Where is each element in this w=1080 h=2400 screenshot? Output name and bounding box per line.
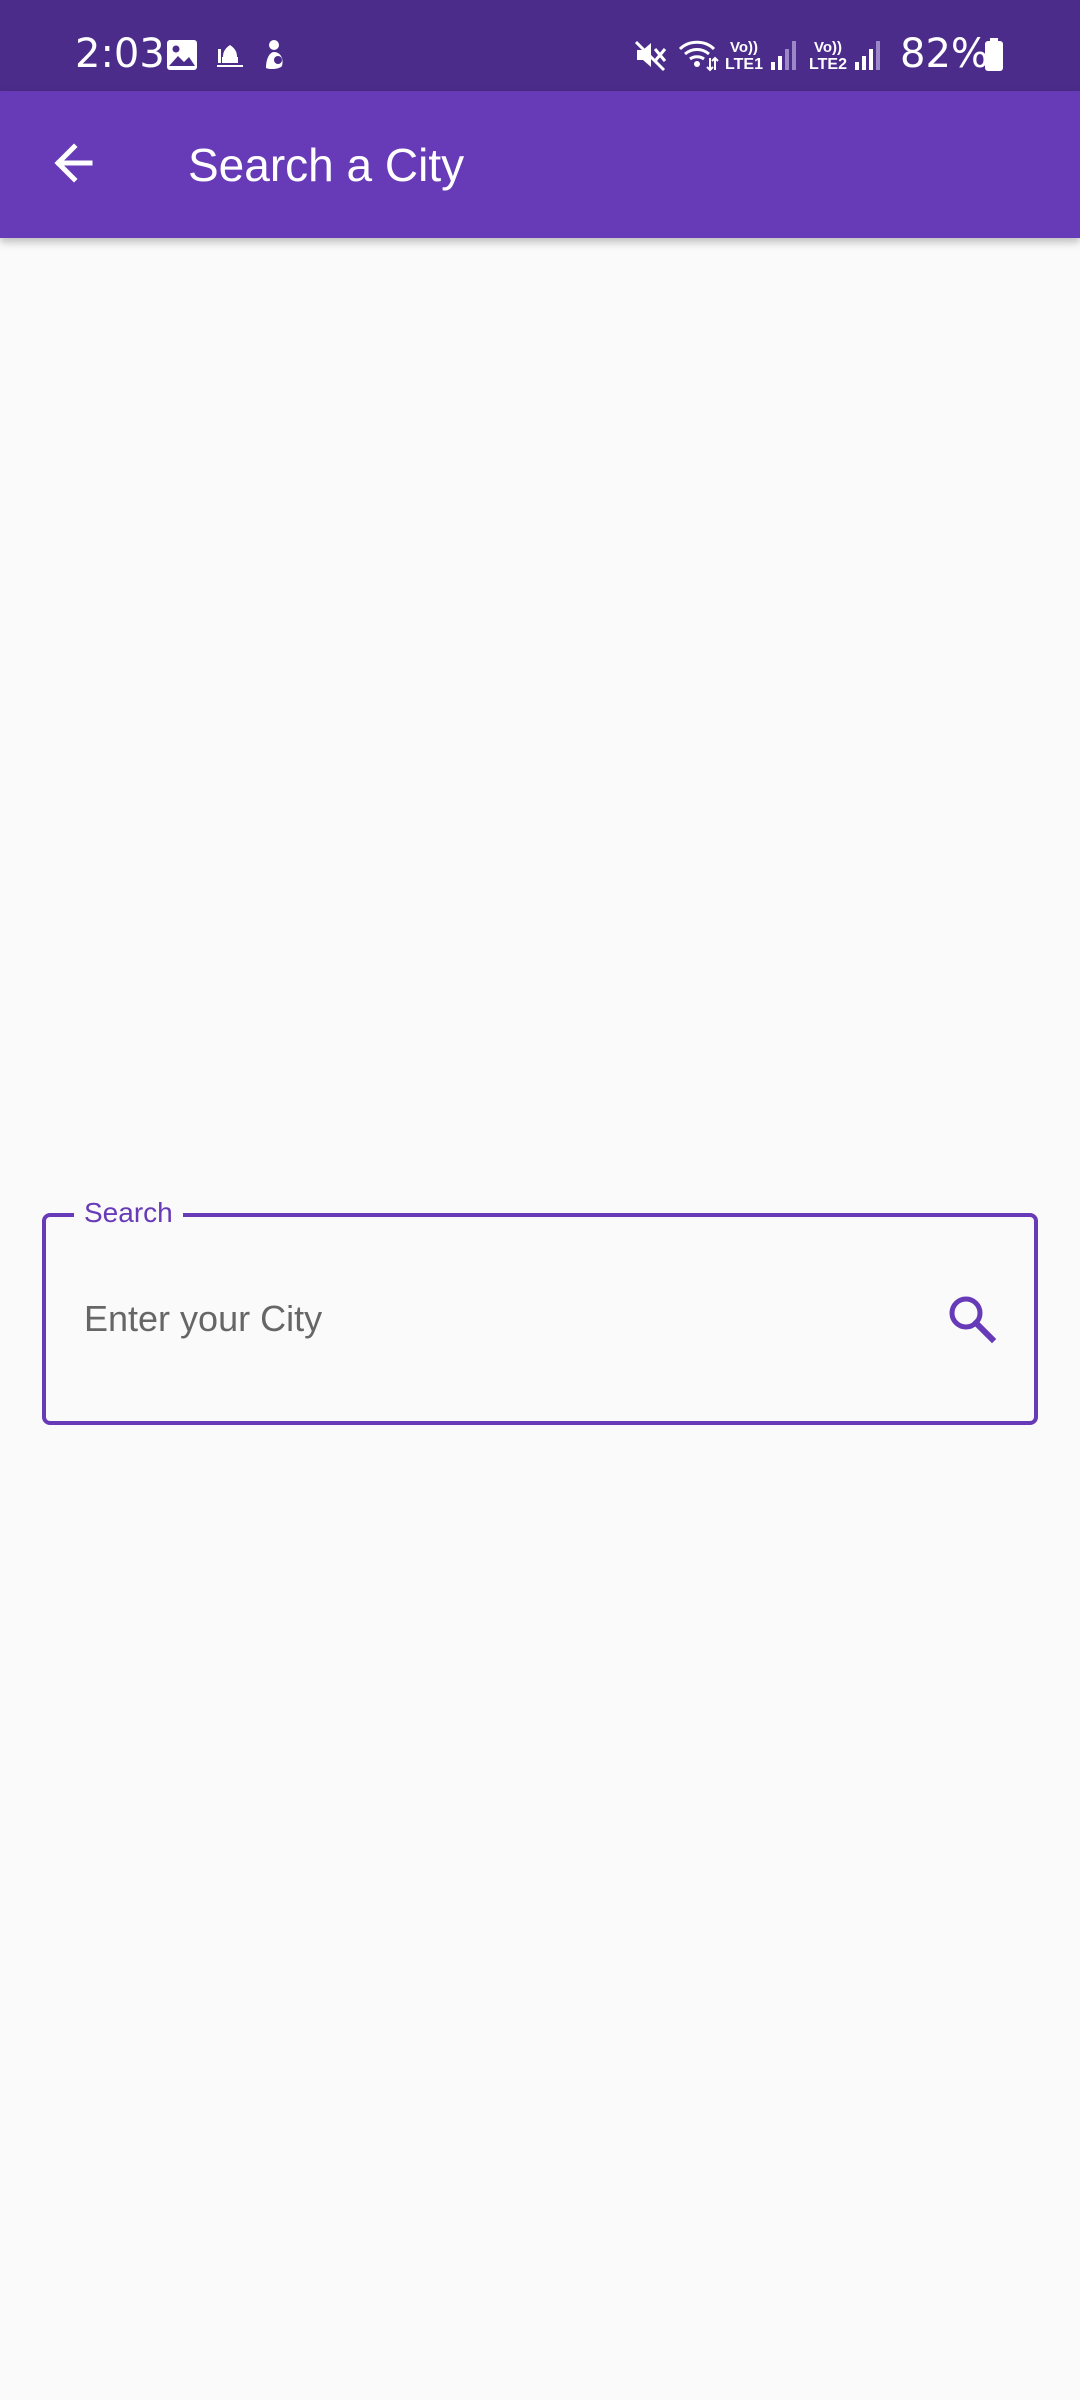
volte2-label: Vo)) LTE2: [809, 39, 847, 74]
signal2-icon: [852, 30, 884, 80]
status-time: 2:03: [75, 31, 165, 77]
battery-icon: [982, 30, 1006, 80]
city-search-input[interactable]: [84, 1277, 904, 1361]
search-icon: [949, 1296, 997, 1344]
status-bar: 2:03 Vo)) LTE1 Vo)) LTE2 82%: [0, 0, 1080, 91]
search-button[interactable]: [940, 1287, 1004, 1351]
search-field: Search: [42, 1195, 1038, 1425]
image-icon: [164, 30, 200, 80]
page-title: Search a City: [188, 139, 465, 191]
mosque-icon: [213, 30, 247, 80]
arrow-back-icon: [54, 143, 93, 183]
mute-icon: [632, 30, 668, 80]
wifi-icon: [676, 30, 720, 80]
volte1-label: Vo)) LTE1: [725, 39, 763, 74]
signal1-icon: [768, 30, 800, 80]
search-field-label: Search: [74, 1195, 183, 1231]
app-bar: Search a City: [0, 91, 1080, 238]
baby-icon: [257, 30, 291, 80]
back-button[interactable]: [37, 126, 111, 200]
battery-percent: 82%: [900, 31, 989, 77]
